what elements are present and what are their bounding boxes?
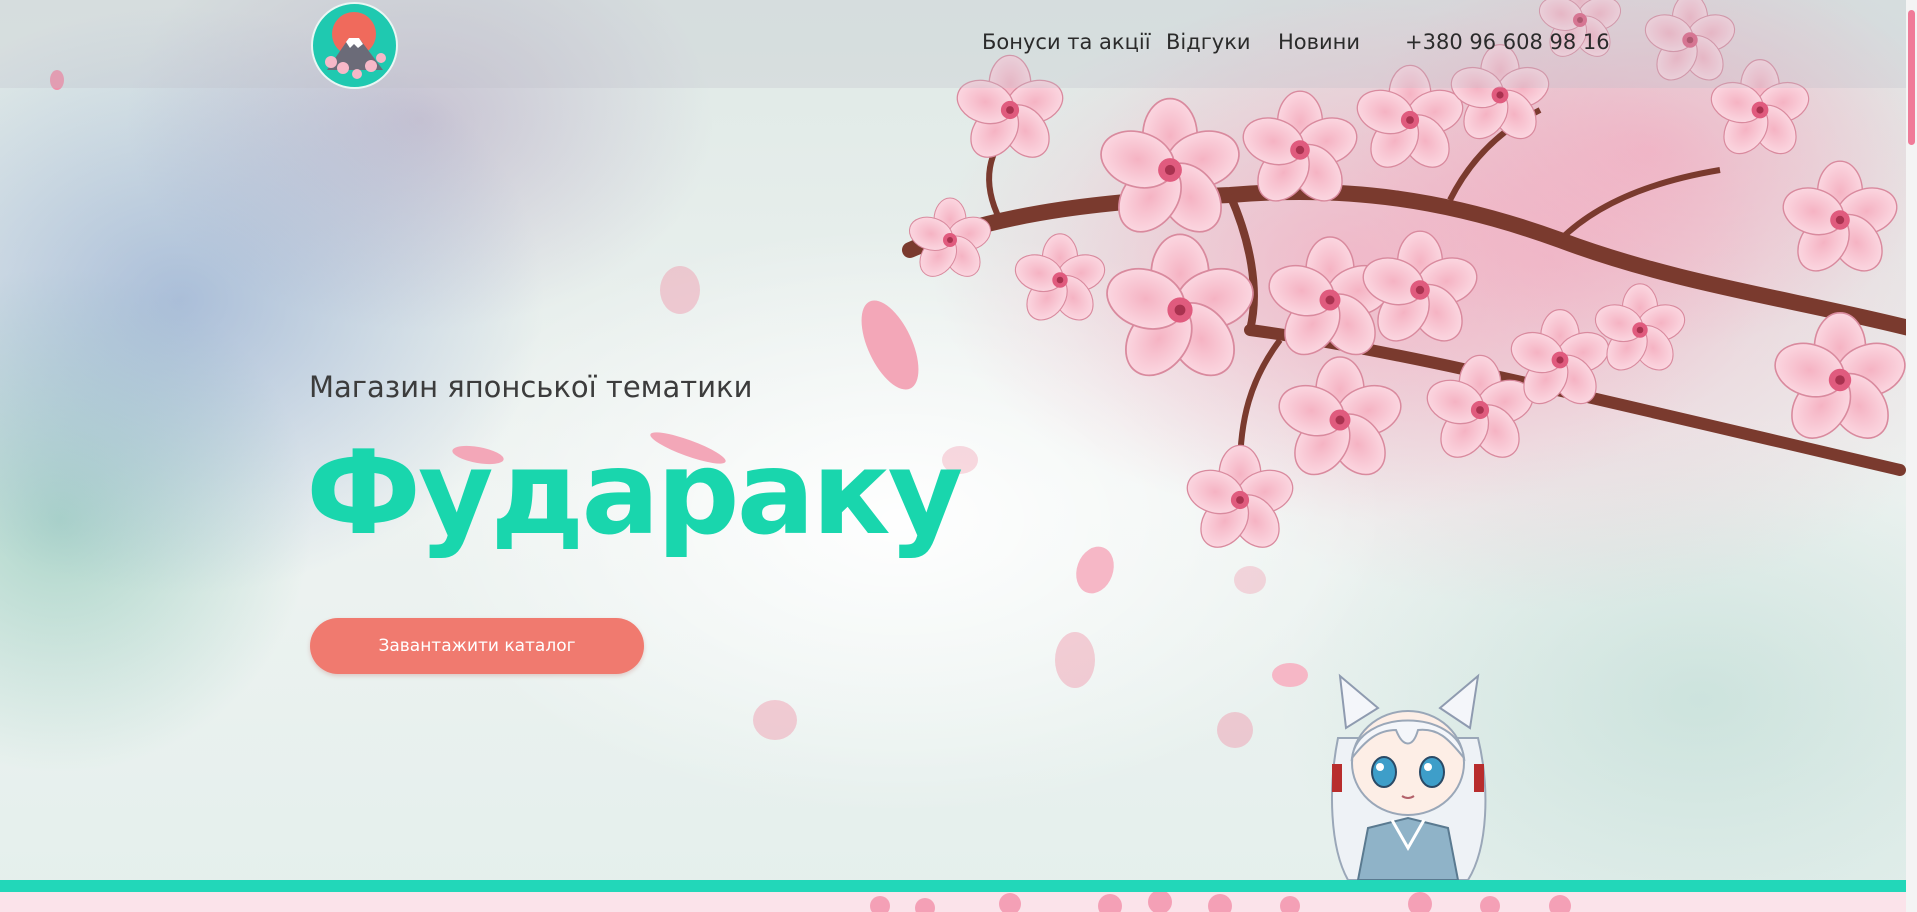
mount-fuji-sakura-logo-icon[interactable] xyxy=(311,2,398,89)
scrollbar-thumb[interactable] xyxy=(1908,10,1915,145)
hero-title: Фудараку xyxy=(306,426,963,561)
nav-bonuses-link[interactable]: Бонуси та акції xyxy=(982,30,1151,54)
nav-phone-link[interactable]: +380 96 608 98 16 xyxy=(1405,30,1610,54)
section-divider-sakura xyxy=(0,892,1906,912)
anime-catgirl-mascot-image xyxy=(1318,668,1498,884)
nav-reviews-link[interactable]: Відгуки xyxy=(1166,30,1251,54)
page-scrollbar[interactable] xyxy=(1906,0,1917,912)
section-divider-teal xyxy=(0,880,1906,892)
site-header: Бонуси та акції Відгуки Новини +380 96 6… xyxy=(0,0,1917,89)
hero-subtitle: Магазин японської тематики xyxy=(309,370,753,404)
download-catalog-button[interactable]: Завантажити каталог xyxy=(310,618,644,674)
nav-news-link[interactable]: Новини xyxy=(1278,30,1360,54)
